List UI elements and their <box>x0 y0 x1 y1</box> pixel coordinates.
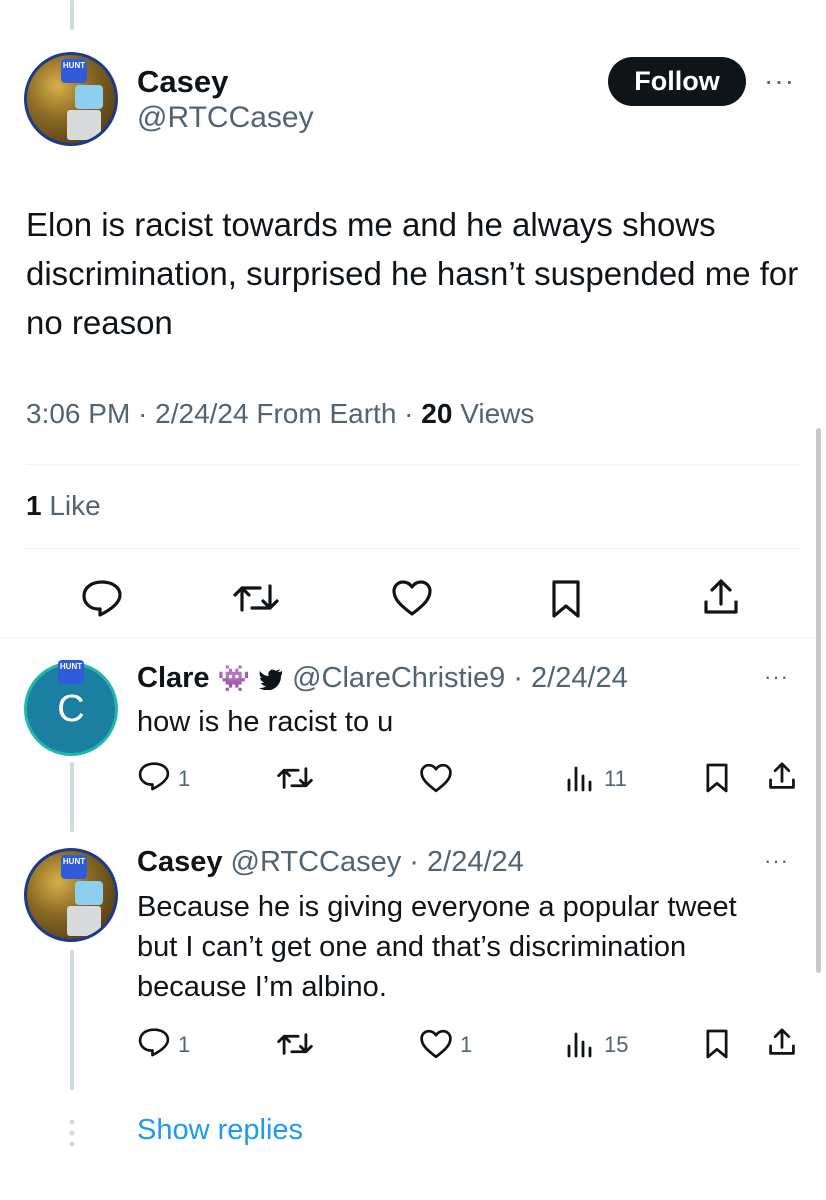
thread-dots-icon <box>68 1118 76 1148</box>
reply-author-name[interactable]: Casey <box>137 846 222 878</box>
avatar-figure <box>75 881 103 905</box>
avatar-figure-body <box>67 110 101 140</box>
alien-emoji-icon: 👾 <box>217 663 250 693</box>
hunt-badge: HUNT <box>61 59 87 83</box>
likes-label: Like <box>41 490 101 521</box>
scrollbar[interactable] <box>816 428 821 973</box>
hunt-badge: HUNT <box>58 660 84 684</box>
bird-icon <box>258 668 284 691</box>
likes-summary[interactable]: 1 Like <box>26 490 101 522</box>
likes-count: 1 <box>26 490 42 521</box>
thread-line-top <box>70 0 74 30</box>
reply-icon[interactable] <box>137 1026 171 1058</box>
reply-icon[interactable] <box>80 578 124 618</box>
avatar[interactable]: HUNT <box>24 848 118 942</box>
reply-handle-date[interactable]: @ClareChristie9 · 2/24/24 <box>292 662 628 694</box>
more-options-icon[interactable]: ··· <box>764 67 795 95</box>
views-label: Views <box>452 398 535 429</box>
reply-count: 1 <box>178 766 191 791</box>
like-icon[interactable] <box>390 578 434 618</box>
avatar-letter: C <box>57 687 85 730</box>
avatar[interactable]: HUNT <box>24 52 118 146</box>
reply-text: Because he is giving everyone a popular … <box>137 891 737 1003</box>
share-icon[interactable] <box>766 1026 798 1058</box>
bookmark-icon[interactable] <box>704 762 730 794</box>
show-replies-link[interactable]: Show replies <box>137 1114 303 1147</box>
views-icon[interactable] <box>565 1030 593 1058</box>
more-options-icon[interactable]: ··· <box>764 850 789 872</box>
views-count: 15 <box>604 1032 629 1057</box>
divider <box>26 464 800 465</box>
avatar-figure <box>75 85 103 109</box>
divider <box>26 548 800 549</box>
share-icon[interactable] <box>766 760 798 792</box>
hunt-badge: HUNT <box>61 855 87 879</box>
retweet-icon[interactable] <box>276 764 314 792</box>
reply-header: Clare 👾 @ClareChristie9 · 2/24/24 <box>137 662 628 695</box>
like-count: 1 <box>460 1032 473 1057</box>
reply-handle-date[interactable]: @RTCCasey · 2/24/24 <box>231 846 524 878</box>
share-icon[interactable] <box>700 576 742 618</box>
author-handle[interactable]: @RTCCasey <box>137 101 314 135</box>
tweet-timestamp[interactable]: 3:06 PM · 2/24/24 From Earth · <box>26 398 421 429</box>
bookmark-icon[interactable] <box>704 1028 730 1060</box>
views-count: 20 <box>421 398 453 429</box>
follow-button[interactable]: Follow <box>608 57 746 106</box>
views-count: 11 <box>604 766 627 791</box>
author-name[interactable]: Casey <box>137 64 228 100</box>
like-icon[interactable] <box>418 762 454 794</box>
reply-header: Casey @RTCCasey · 2/24/24 <box>137 846 524 879</box>
reply-text: how is he racist to u <box>137 706 394 738</box>
avatar-figure-body <box>67 906 101 936</box>
reply-count: 1 <box>178 1032 191 1057</box>
thread-line <box>70 762 74 832</box>
retweet-icon[interactable] <box>232 580 280 616</box>
like-icon[interactable] <box>418 1028 454 1060</box>
thread-line <box>70 950 74 1090</box>
tweet-meta: 3:06 PM · 2/24/24 From Earth · 20 Views <box>26 398 534 430</box>
reply-icon[interactable] <box>137 760 171 792</box>
bookmark-icon[interactable] <box>549 578 583 620</box>
retweet-icon[interactable] <box>276 1030 314 1058</box>
views-icon[interactable] <box>565 764 593 792</box>
reply-author-name[interactable]: Clare <box>137 662 210 694</box>
divider <box>0 638 826 639</box>
tweet-text: Elon is racist towards me and he always … <box>26 206 799 341</box>
more-options-icon[interactable]: ··· <box>764 666 789 688</box>
